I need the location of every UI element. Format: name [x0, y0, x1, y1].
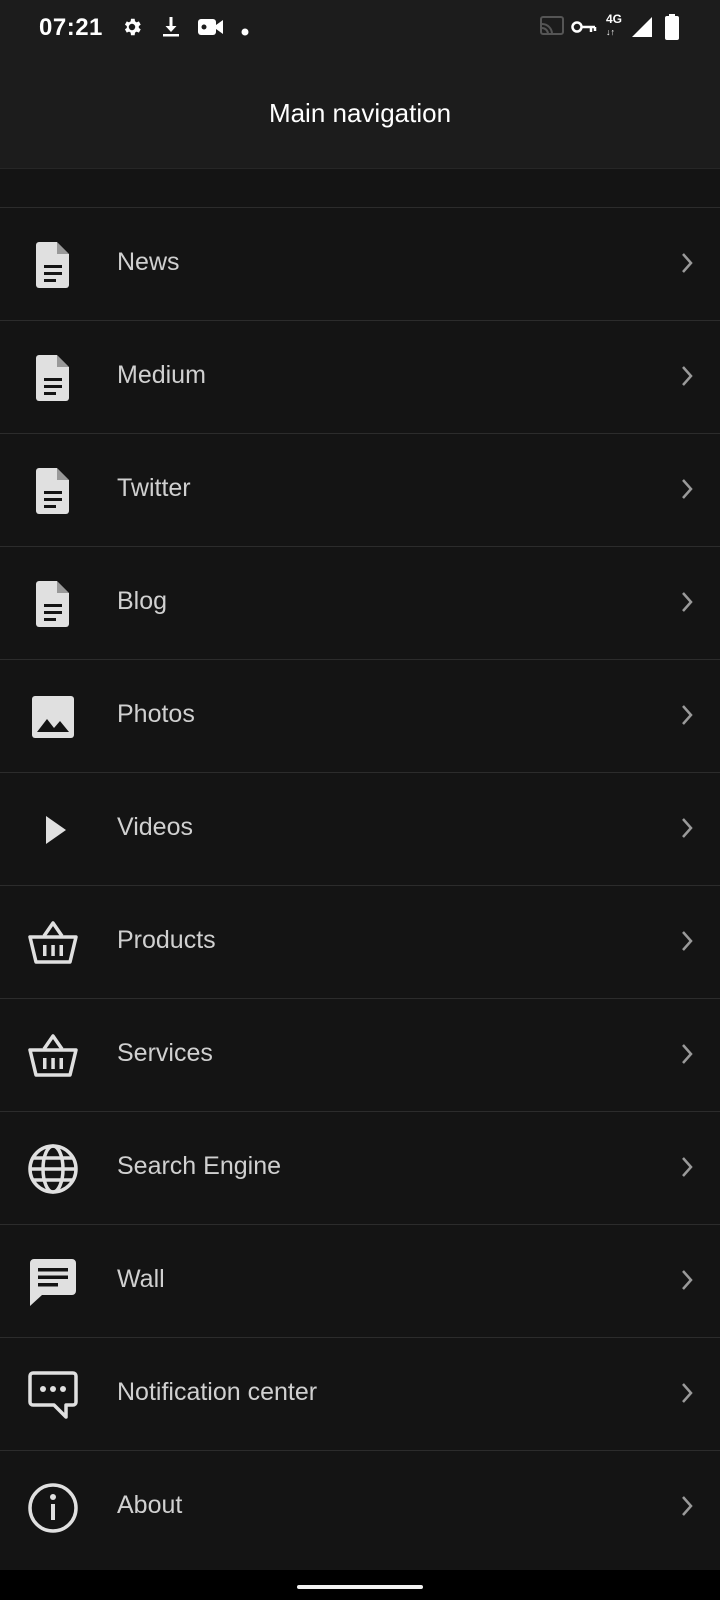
page-title: Main navigation	[268, 98, 452, 128]
chevron-right-icon	[676, 816, 700, 840]
nav-item-products[interactable]: Products	[0, 886, 720, 999]
chevron-right-icon	[676, 1155, 700, 1179]
nav-item-services[interactable]: Services	[0, 999, 720, 1112]
document-icon	[26, 351, 80, 405]
network-4g-icon: 4G ↓↑	[606, 12, 623, 37]
nav-item-about[interactable]: About	[0, 1451, 720, 1564]
network-type-label: 4G	[606, 12, 623, 26]
dot-icon	[241, 23, 249, 41]
chevron-right-icon	[676, 1494, 700, 1518]
nav-item-search-engine[interactable]: Search Engine	[0, 1112, 720, 1225]
chevron-right-icon	[676, 703, 700, 727]
download-icon	[161, 16, 181, 43]
document-icon	[26, 464, 80, 518]
basket-icon	[26, 916, 80, 970]
nav-item-photos[interactable]: Photos	[0, 660, 720, 773]
status-bar: 07:21 4G ↓↑	[0, 0, 720, 58]
nav-item-label: Wall	[117, 1265, 165, 1293]
nav-item-label: About	[117, 1491, 183, 1519]
basket-icon	[26, 1029, 80, 1083]
message-icon	[26, 1255, 80, 1309]
document-icon	[26, 577, 80, 631]
chat-dots-icon	[26, 1368, 80, 1422]
nav-item-label: Notification center	[117, 1378, 318, 1406]
chevron-right-icon	[676, 1381, 700, 1405]
document-icon	[26, 238, 80, 292]
navigation-list: News Medium Twitter Blog Photos Videos P…	[0, 207, 720, 1564]
nav-item-label: Blog	[117, 587, 168, 615]
battery-icon	[665, 14, 679, 45]
play-icon	[26, 803, 80, 857]
nav-item-wall[interactable]: Wall	[0, 1225, 720, 1338]
status-time: 07:21	[39, 14, 103, 41]
chevron-right-icon	[676, 364, 700, 388]
video-camera-icon	[197, 16, 225, 43]
nav-item-label: Search Engine	[117, 1152, 282, 1180]
nav-item-notification-center[interactable]: Notification center	[0, 1338, 720, 1451]
image-icon	[26, 690, 80, 744]
home-gesture-handle[interactable]	[297, 1585, 423, 1589]
nav-item-twitter[interactable]: Twitter	[0, 434, 720, 547]
info-icon	[26, 1481, 80, 1535]
nav-item-medium[interactable]: Medium	[0, 321, 720, 434]
chevron-right-icon	[676, 1042, 700, 1066]
nav-item-news[interactable]: News	[0, 208, 720, 321]
nav-item-label: News	[117, 248, 180, 276]
vpn-key-icon	[571, 19, 597, 40]
gesture-navigation-bar	[0, 1570, 720, 1600]
chevron-right-icon	[676, 1268, 700, 1292]
nav-item-videos[interactable]: Videos	[0, 773, 720, 886]
globe-icon	[26, 1142, 80, 1196]
nav-item-label: Photos	[117, 700, 195, 728]
screen: 07:21 4G ↓↑ Main navigation News Medium …	[0, 0, 720, 1600]
nav-item-label: Products	[117, 926, 216, 954]
cast-icon	[540, 16, 564, 41]
chevron-right-icon	[676, 590, 700, 614]
signal-icon	[631, 16, 653, 43]
chevron-right-icon	[676, 477, 700, 501]
nav-item-label: Medium	[117, 361, 206, 389]
settings-icon	[121, 16, 143, 43]
nav-item-label: Twitter	[117, 474, 191, 502]
nav-item-label: Videos	[117, 813, 193, 841]
nav-item-label: Services	[117, 1039, 213, 1067]
chevron-right-icon	[676, 929, 700, 953]
chevron-right-icon	[676, 251, 700, 275]
nav-item-blog[interactable]: Blog	[0, 547, 720, 660]
app-bar: Main navigation	[0, 58, 720, 169]
